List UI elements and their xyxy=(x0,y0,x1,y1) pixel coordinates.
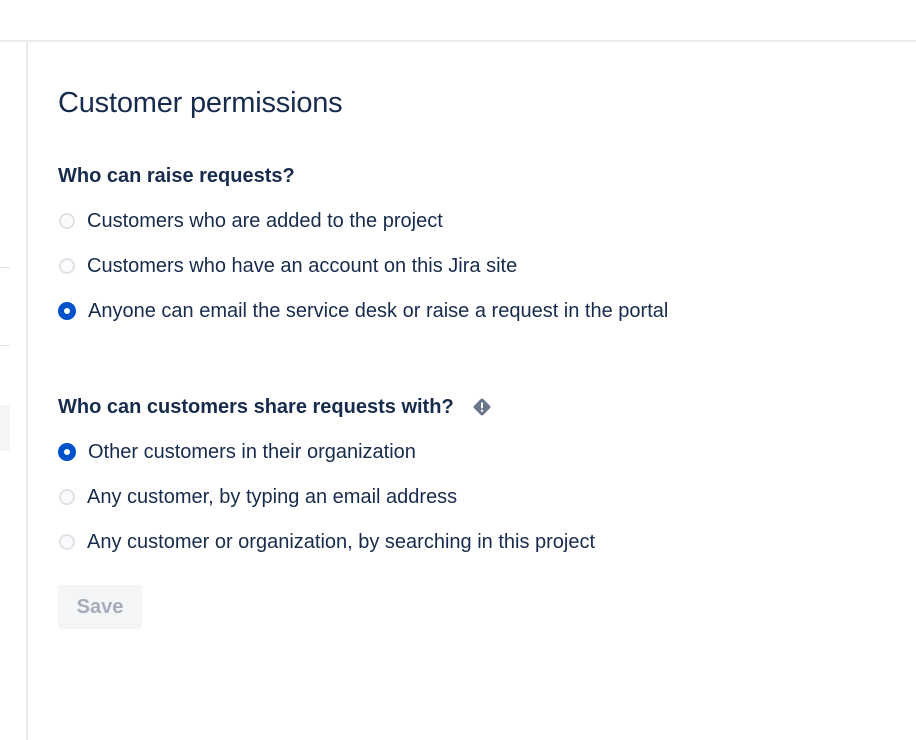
radio-label[interactable]: Any customer, by typing an email address xyxy=(87,485,457,509)
share-requests-option-search[interactable]: Any customer or organization, by searchi… xyxy=(58,519,898,564)
sidebar-separator xyxy=(0,267,10,268)
warning-diamond-icon[interactable] xyxy=(472,397,492,417)
raise-requests-option-project-customers[interactable]: Customers who are added to the project xyxy=(58,198,898,243)
customer-permissions-panel: Customer permissions Who can raise reque… xyxy=(58,84,898,629)
radio-button[interactable] xyxy=(58,442,76,461)
radio-button[interactable] xyxy=(59,257,75,274)
radio-button[interactable] xyxy=(59,533,75,550)
raise-requests-option-anyone[interactable]: Anyone can email the service desk or rai… xyxy=(58,288,898,333)
top-navigation-bar xyxy=(0,0,916,42)
sidebar-selected-item[interactable] xyxy=(0,405,10,451)
sidebar-divider xyxy=(26,42,28,740)
save-button[interactable]: Save xyxy=(58,585,142,629)
share-requests-option-email[interactable]: Any customer, by typing an email address xyxy=(58,474,898,519)
radio-label[interactable]: Any customer or organization, by searchi… xyxy=(87,530,595,554)
radio-label[interactable]: Customers who are added to the project xyxy=(87,209,443,233)
share-requests-heading: Who can customers share requests with? xyxy=(58,394,898,420)
share-requests-radio-group: Other customers in their organization An… xyxy=(58,429,898,564)
share-requests-heading-text: Who can customers share requests with? xyxy=(58,396,454,418)
share-requests-option-organization[interactable]: Other customers in their organization xyxy=(58,429,898,474)
page-title: Customer permissions xyxy=(58,87,343,119)
radio-label[interactable]: Anyone can email the service desk or rai… xyxy=(88,299,668,323)
radio-button[interactable] xyxy=(59,212,75,229)
raise-requests-option-jira-account[interactable]: Customers who have an account on this Ji… xyxy=(58,243,898,288)
radio-label[interactable]: Customers who have an account on this Ji… xyxy=(87,254,517,278)
radio-button[interactable] xyxy=(58,301,76,320)
raise-requests-radio-group: Customers who are added to the project C… xyxy=(58,198,898,333)
radio-button[interactable] xyxy=(59,488,75,505)
raise-requests-heading-text: Who can raise requests? xyxy=(58,165,295,187)
raise-requests-heading: Who can raise requests? xyxy=(58,163,898,189)
radio-label[interactable]: Other customers in their organization xyxy=(88,440,416,464)
sidebar-separator xyxy=(0,345,10,346)
